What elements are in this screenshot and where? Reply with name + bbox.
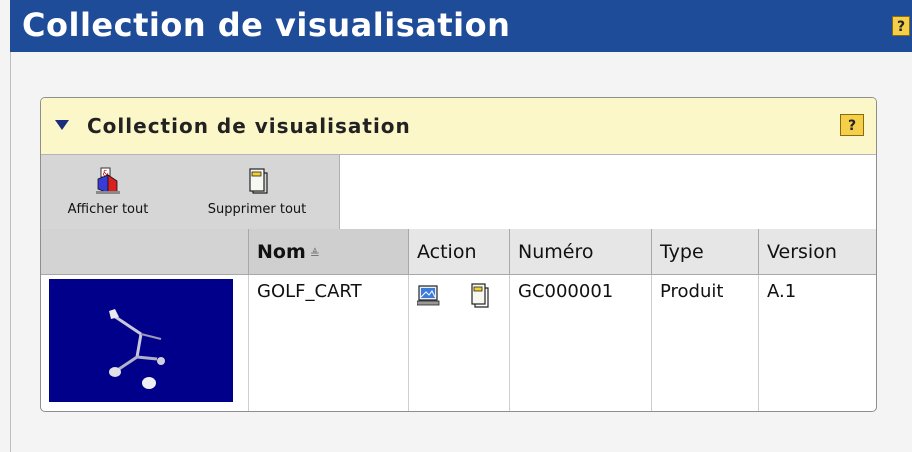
show-all-button[interactable]: & Afficher tout: [41, 155, 175, 229]
remove-all-label: Supprimer tout: [207, 202, 307, 217]
panel-header: Collection de visualisation ?: [41, 98, 876, 155]
sort-ascending-icon: ≜: [309, 247, 320, 261]
show-all-icon: &: [96, 167, 120, 194]
remove-all-button[interactable]: Supprimer tout: [175, 155, 339, 229]
header-version[interactable]: Version: [759, 229, 876, 275]
header-action-label: Action: [417, 241, 477, 263]
window-left-border: [10, 52, 11, 452]
remove-all-icon: [249, 168, 268, 194]
header-name[interactable]: Nom ≜: [249, 229, 409, 275]
collapse-triangle-icon[interactable]: [55, 120, 69, 130]
panel-title: Collection de visualisation: [87, 114, 411, 138]
row-type: Produit: [660, 281, 724, 302]
table-row-thumbnail-cell: [41, 275, 249, 411]
toolbar-button-group: & Afficher tout Supprimer tout: [41, 155, 340, 229]
table-row-type-cell: Produit: [652, 275, 759, 411]
table-row-version-cell: A.1: [759, 275, 876, 411]
header-thumbnail: [41, 229, 249, 275]
view-icon[interactable]: [417, 283, 441, 307]
show-all-label: Afficher tout: [67, 202, 149, 217]
header-version-label: Version: [767, 241, 837, 263]
header-type-label: Type: [660, 241, 704, 263]
table-row-action-cell: [409, 275, 510, 411]
header-number-label: Numéro: [518, 241, 594, 263]
header-type[interactable]: Type: [652, 229, 759, 275]
window-title: Collection de visualisation: [22, 6, 511, 44]
header-name-label: Nom: [257, 241, 306, 263]
window-help-button[interactable]: ?: [892, 16, 910, 36]
row-name: GOLF_CART: [257, 281, 362, 302]
golf-cart-model-image: [109, 309, 165, 389]
visualization-collection-panel: Collection de visualisation ? & Afficher…: [40, 97, 877, 412]
header-action: Action: [409, 229, 510, 275]
collection-table: Nom ≜ Action Numéro Type Version GOLF_CA…: [41, 229, 876, 411]
toolbar: & Afficher tout Supprimer tout: [41, 155, 876, 229]
panel-help-button[interactable]: ?: [840, 114, 864, 136]
golf-cart-thumbnail[interactable]: [49, 279, 233, 402]
row-version: A.1: [767, 281, 797, 302]
table-row-number-cell: GC000001: [510, 275, 652, 411]
header-number[interactable]: Numéro: [510, 229, 652, 275]
table-row-name-cell[interactable]: GOLF_CART: [249, 275, 409, 411]
window-title-bar: Collection de visualisation ?: [10, 0, 912, 52]
remove-icon[interactable]: [469, 283, 491, 309]
row-number: GC000001: [518, 281, 614, 302]
